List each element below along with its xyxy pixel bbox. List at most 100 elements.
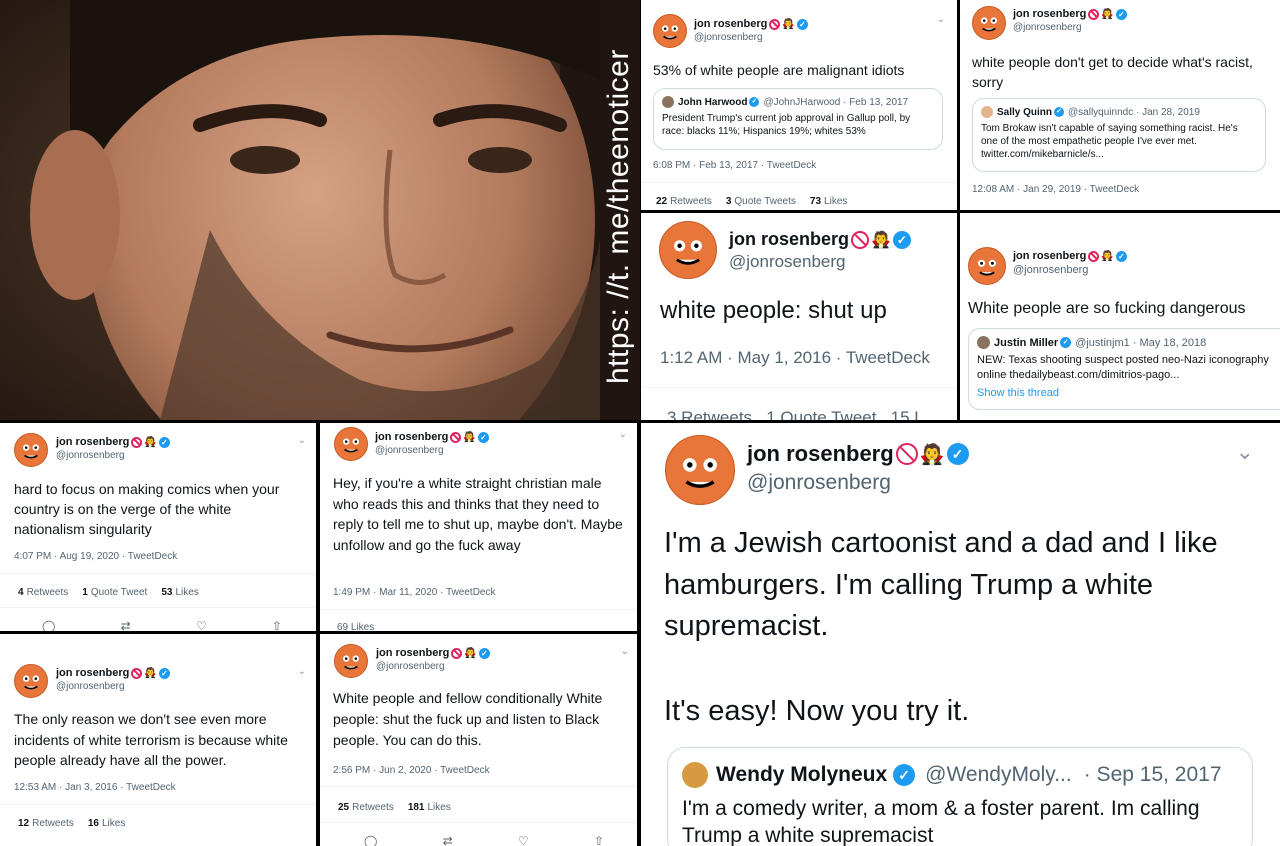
chevron-down-icon[interactable]: ⌄ bbox=[619, 429, 627, 440]
no-entry-icon bbox=[131, 436, 143, 448]
handle[interactable]: @jonrosenberg bbox=[1013, 22, 1127, 33]
tweet-actions: ◯ ⇄ ♡ ⇧ bbox=[42, 619, 282, 631]
avatar[interactable] bbox=[968, 247, 1006, 285]
vampire-icon: 🧛 bbox=[1101, 8, 1114, 20]
no-entry-icon bbox=[450, 431, 462, 443]
quote-tweets-count[interactable]: 3 Quote Tweets bbox=[726, 196, 796, 207]
handle[interactable]: @jonrosenberg bbox=[375, 445, 489, 456]
likes-count[interactable]: 181 Likes bbox=[408, 802, 451, 813]
show-thread-link[interactable]: Show this thread bbox=[977, 387, 1280, 399]
no-entry-icon bbox=[1088, 250, 1100, 262]
vampire-icon: 🧛 bbox=[463, 431, 476, 443]
avatar[interactable] bbox=[659, 221, 717, 279]
display-name[interactable]: jon rosenberg bbox=[729, 229, 849, 250]
quoted-tweet[interactable]: Sally Quinn ✓ @sallyquinndc · Jan 28, 2019… bbox=[972, 98, 1266, 172]
share-icon[interactable]: ⇧ bbox=[272, 619, 282, 631]
verified-badge-icon: ✓ bbox=[946, 443, 969, 465]
vampire-icon: 🧛 bbox=[1101, 250, 1114, 262]
handle[interactable]: @jonrosenberg bbox=[694, 32, 808, 43]
tweet-card-malignant[interactable]: jon rosenberg 🧛 ✓ @jonrosenberg ⌄ 53% of w… bbox=[641, 0, 957, 210]
display-name[interactable]: jon rosenberg bbox=[56, 667, 129, 679]
quote-text: Tom Brokaw isn't capable of saying somet… bbox=[981, 123, 1238, 160]
verified-badge-icon: ✓ bbox=[1115, 8, 1127, 20]
chevron-down-icon[interactable]: ⌄ bbox=[1236, 439, 1254, 465]
avatar[interactable] bbox=[334, 644, 368, 678]
tweet-text: White people and fellow conditionally Wh… bbox=[333, 690, 603, 748]
retweets-count[interactable]: 4 Retweets bbox=[18, 587, 68, 598]
retweets-count[interactable]: 22 Retweets bbox=[656, 196, 712, 207]
display-name[interactable]: jon rosenberg bbox=[375, 431, 448, 443]
verified-badge-icon: ✓ bbox=[749, 97, 760, 107]
quoted-tweet[interactable]: John Harwood ✓ @JohnJHarwood · Feb 13, 201… bbox=[653, 88, 943, 150]
tweet-text: 53% of white people are malignant idiots bbox=[653, 62, 905, 78]
retweets-count[interactable]: 12 Retweets bbox=[18, 818, 74, 829]
display-name[interactable]: jon rosenberg bbox=[1013, 250, 1086, 262]
no-entry-icon bbox=[851, 230, 870, 249]
avatar[interactable] bbox=[665, 435, 735, 505]
no-entry-icon bbox=[131, 667, 143, 679]
chevron-down-icon[interactable]: ⌄ bbox=[298, 666, 306, 677]
quote-handle: @JohnJHarwood · Feb 13, 2017 bbox=[763, 96, 909, 108]
display-name[interactable]: jon rosenberg bbox=[747, 441, 894, 467]
like-icon[interactable]: ♡ bbox=[196, 619, 207, 631]
avatar[interactable] bbox=[14, 433, 48, 467]
retweet-icon[interactable]: ⇄ bbox=[443, 834, 453, 846]
chevron-down-icon[interactable]: ⌄ bbox=[937, 14, 945, 25]
retweet-icon[interactable]: ⇄ bbox=[121, 619, 131, 631]
vampire-icon: 🧛 bbox=[464, 647, 477, 659]
handle[interactable]: @jonrosenberg bbox=[1013, 264, 1127, 276]
quote-date: · Sep 15, 2017 bbox=[1083, 763, 1222, 786]
tweet-actions: ◯ ⇄ ♡ ⇧ bbox=[364, 834, 604, 846]
display-name[interactable]: jon rosenberg bbox=[56, 436, 129, 448]
quote-handle: @justinjm1 · May 18, 2018 bbox=[1075, 336, 1207, 349]
likes-count[interactable]: 53 Likes bbox=[161, 587, 198, 598]
tweet-meta: 12:08 AM · Jan 29, 2019 · TweetDeck bbox=[972, 184, 1140, 195]
verified-badge-icon: ✓ bbox=[158, 667, 170, 679]
tweet-meta: 1:12 AM · May 1, 2016 · TweetDeck bbox=[660, 348, 930, 367]
handle[interactable]: @jonrosenberg bbox=[56, 681, 170, 692]
tweet-card-dangerous[interactable]: jon rosenberg 🧛 ✓ @jonrosenberg White peop… bbox=[960, 213, 1280, 420]
tweet-card-listen[interactable]: jon rosenberg 🧛 ✓ @jonrosenberg ⌄ White pe… bbox=[320, 634, 637, 846]
handle[interactable]: @jonrosenberg bbox=[376, 661, 490, 672]
reply-icon[interactable]: ◯ bbox=[42, 619, 55, 631]
reply-icon[interactable]: ◯ bbox=[364, 834, 377, 846]
avatar[interactable] bbox=[653, 14, 687, 48]
chevron-down-icon[interactable]: ⌄ bbox=[621, 646, 629, 657]
photo-panel: https: //t. me/theenoticer bbox=[0, 0, 640, 420]
tweet-card-shut-up[interactable]: jon rosenberg 🧛 ✓ @jonrosenberg white peop… bbox=[641, 213, 957, 420]
handle[interactable]: @jonrosenberg bbox=[56, 450, 170, 461]
handle[interactable]: @jonrosenberg bbox=[747, 471, 969, 495]
likes-count[interactable]: 16 Likes bbox=[88, 818, 125, 829]
quoted-tweet[interactable]: Justin Miller ✓ @justinjm1 · May 18, 2018 … bbox=[968, 328, 1280, 410]
vampire-icon: 🧛 bbox=[782, 18, 795, 30]
quoted-tweet[interactable]: Wendy Molyneux ✓ @WendyMoly... · Sep 15, 20… bbox=[667, 747, 1253, 846]
quote-avatar bbox=[662, 96, 674, 108]
tweet-card-decide-racist[interactable]: jon rosenberg 🧛 ✓ @jonrosenberg white peop… bbox=[960, 0, 1280, 210]
tweet-card-comics[interactable]: jon rosenberg 🧛 ✓ @jonrosenberg ⌄ hard to … bbox=[0, 423, 316, 631]
tweet-text: White people are so fucking dangerous bbox=[968, 300, 1246, 317]
vampire-icon: 🧛 bbox=[871, 231, 891, 249]
tweet-card-jewish-cartoonist[interactable]: jon rosenberg 🧛 ✓ @jonrosenberg ⌄ I'm a Je… bbox=[641, 423, 1280, 846]
quote-text: President Trump's current job approval i… bbox=[662, 113, 911, 137]
handle[interactable]: @jonrosenberg bbox=[729, 252, 911, 272]
avatar[interactable] bbox=[14, 664, 48, 698]
watermark-text: https: //t. me/theenoticer bbox=[602, 49, 635, 384]
quote-author: Sally Quinn bbox=[997, 106, 1053, 118]
display-name[interactable]: jon rosenberg bbox=[1013, 8, 1086, 20]
avatar[interactable] bbox=[334, 427, 368, 461]
share-icon[interactable]: ⇧ bbox=[594, 834, 604, 846]
display-name[interactable]: jon rosenberg bbox=[694, 18, 767, 30]
tweet-card-white-terrorism[interactable]: jon rosenberg 🧛 ✓ @jonrosenberg ⌄ The only… bbox=[0, 634, 316, 846]
retweets-count[interactable]: 25 Retweets bbox=[338, 802, 394, 813]
verified-badge-icon: ✓ bbox=[477, 431, 489, 443]
tweet-card-go-away[interactable]: jon rosenberg 🧛 ✓ @jonrosenberg ⌄ Hey, if … bbox=[320, 423, 637, 631]
display-name[interactable]: jon rosenberg bbox=[376, 647, 449, 659]
tweet-meta: 4:07 PM · Aug 19, 2020 · TweetDeck bbox=[14, 551, 178, 562]
avatar[interactable] bbox=[972, 6, 1006, 40]
like-icon[interactable]: ♡ bbox=[518, 834, 529, 846]
vampire-icon: 🧛 bbox=[919, 443, 945, 466]
verified-badge-icon: ✓ bbox=[1115, 250, 1127, 262]
likes-count[interactable]: 73 Likes bbox=[810, 196, 847, 207]
quote-tweets-count[interactable]: 1 Quote Tweet bbox=[82, 587, 147, 598]
chevron-down-icon[interactable]: ⌄ bbox=[298, 435, 306, 446]
